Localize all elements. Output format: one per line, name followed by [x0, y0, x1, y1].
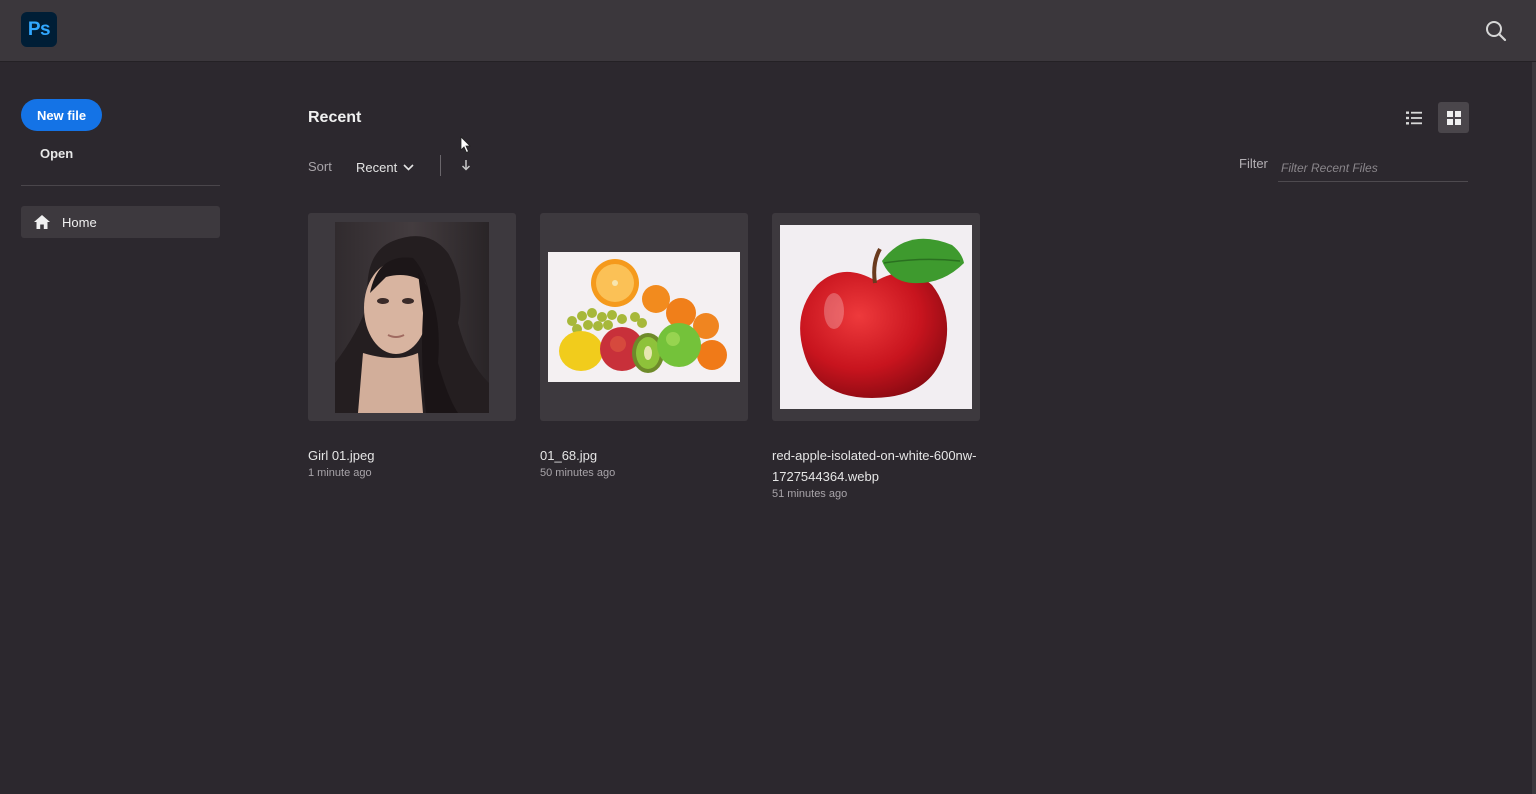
list-view-button[interactable]	[1398, 102, 1429, 133]
list-view-icon	[1405, 111, 1422, 124]
sort-value: Recent	[356, 159, 398, 175]
open-button[interactable]: Open	[40, 146, 73, 161]
chevron-down-icon	[403, 163, 414, 171]
file-thumbnail[interactable]	[772, 213, 980, 421]
sort-label: Sort	[308, 159, 332, 174]
grid-view-icon	[1446, 110, 1461, 125]
grid-view-button[interactable]	[1438, 102, 1469, 133]
file-time: 51 minutes ago	[772, 488, 848, 500]
photoshop-logo[interactable]: Ps	[21, 12, 57, 47]
search-button[interactable]	[1482, 17, 1510, 45]
window-edge	[1532, 62, 1536, 794]
file-name[interactable]: Girl 01.jpeg	[308, 445, 516, 466]
file-card[interactable]: Girl 01.jpeg 1 minute ago	[308, 213, 516, 479]
sort-dropdown[interactable]: Recent	[356, 158, 414, 176]
arrow-down-icon	[461, 160, 471, 171]
sidebar-item-label: Home	[62, 214, 97, 230]
red-apple-photo-thumbnail	[780, 225, 972, 409]
file-thumbnail[interactable]	[540, 213, 748, 421]
filter-input[interactable]	[1278, 154, 1468, 182]
file-card[interactable]: 01_68.jpg 50 minutes ago	[540, 213, 748, 479]
portrait-photo-thumbnail	[335, 222, 489, 413]
file-card[interactable]: red-apple-isolated-on-white-600nw-172754…	[772, 213, 980, 500]
search-icon	[1486, 21, 1507, 42]
mouse-cursor-icon	[460, 136, 471, 154]
file-time: 50 minutes ago	[540, 467, 616, 479]
filter-label: Filter	[1239, 156, 1268, 171]
file-name[interactable]: 01_68.jpg	[540, 445, 748, 466]
page-title: Recent	[308, 109, 362, 126]
top-bar: Ps	[0, 0, 1536, 62]
new-file-button[interactable]: New file	[21, 99, 102, 131]
file-name[interactable]: red-apple-isolated-on-white-600nw-172754…	[772, 445, 980, 487]
file-time: 1 minute ago	[308, 467, 372, 479]
fruit-pile-photo-thumbnail	[548, 252, 740, 382]
sort-direction-button[interactable]	[458, 155, 474, 175]
sidebar-divider	[21, 185, 220, 186]
file-thumbnail[interactable]	[308, 213, 516, 421]
home-icon	[34, 215, 50, 229]
sidebar-item-home[interactable]: Home	[21, 206, 220, 238]
sort-divider	[440, 155, 441, 176]
